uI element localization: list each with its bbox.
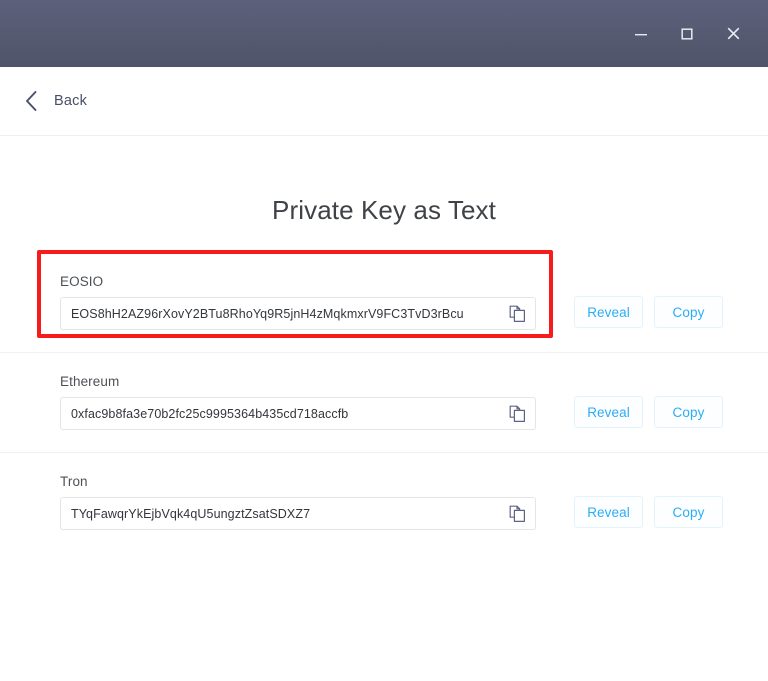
key-value: TYqFawqrYkEjbVqk4qU5ungztZsatSDXZ7 (71, 506, 311, 521)
key-label: EOSIO (60, 274, 104, 289)
key-actions: Reveal Copy (574, 296, 723, 330)
back-button[interactable]: Back (22, 84, 93, 118)
page-header: Back (0, 67, 768, 136)
copy-icon (509, 305, 525, 322)
window-titlebar (0, 0, 768, 67)
reveal-button[interactable]: Reveal (574, 496, 643, 528)
close-button[interactable] (710, 14, 756, 54)
copy-icon-button[interactable] (499, 298, 535, 329)
copy-icon-button[interactable] (499, 498, 535, 529)
maximize-button[interactable] (664, 14, 710, 54)
copy-button[interactable]: Copy (654, 496, 723, 528)
reveal-button[interactable]: Reveal (574, 296, 643, 328)
copy-button[interactable]: Copy (654, 296, 723, 328)
close-icon (727, 27, 739, 40)
key-value: 0xfac9b8fa3e70b2fc25c9995364b435cd718acc… (71, 406, 349, 421)
key-input-box[interactable]: EOS8hH2AZ96rXovY2BTu8RhoYq9R5jnH4zMqkmxr… (60, 297, 536, 330)
key-actions: Reveal Copy (574, 396, 723, 430)
key-field-group: Ethereum 0xfac9b8fa3e70b2fc25c9995364b43… (60, 374, 536, 430)
minimize-icon (635, 33, 647, 35)
key-input-box[interactable]: 0xfac9b8fa3e70b2fc25c9995364b435cd718acc… (60, 397, 536, 430)
key-row: EOSIO EOS8hH2AZ96rXovY2BTu8RhoYq9R5jnH4z… (0, 253, 768, 352)
key-field-group: Tron TYqFawqrYkEjbVqk4qU5ungztZsatSDXZ7 (60, 474, 536, 530)
key-row: Ethereum 0xfac9b8fa3e70b2fc25c9995364b43… (0, 352, 768, 452)
chevron-left-icon (26, 91, 37, 111)
key-label: Tron (60, 474, 88, 489)
key-input-box[interactable]: TYqFawqrYkEjbVqk4qU5ungztZsatSDXZ7 (60, 497, 536, 530)
page-title: Private Key as Text (272, 195, 496, 225)
private-key-list: EOSIO EOS8hH2AZ96rXovY2BTu8RhoYq9R5jnH4z… (0, 253, 768, 552)
reveal-button[interactable]: Reveal (574, 396, 643, 428)
key-actions: Reveal Copy (574, 496, 723, 530)
copy-icon-button[interactable] (499, 398, 535, 429)
key-label: Ethereum (60, 374, 120, 389)
key-field-group: EOSIO EOS8hH2AZ96rXovY2BTu8RhoYq9R5jnH4z… (60, 274, 536, 330)
key-value: EOS8hH2AZ96rXovY2BTu8RhoYq9R5jnH4zMqkmxr… (71, 306, 464, 321)
maximize-icon (681, 27, 693, 40)
minimize-button[interactable] (618, 14, 664, 54)
key-row: Tron TYqFawqrYkEjbVqk4qU5ungztZsatSDXZ7 … (0, 452, 768, 552)
copy-icon (509, 505, 525, 522)
copy-button[interactable]: Copy (654, 396, 723, 428)
copy-icon (509, 405, 525, 422)
back-button-label: Back (54, 93, 88, 109)
